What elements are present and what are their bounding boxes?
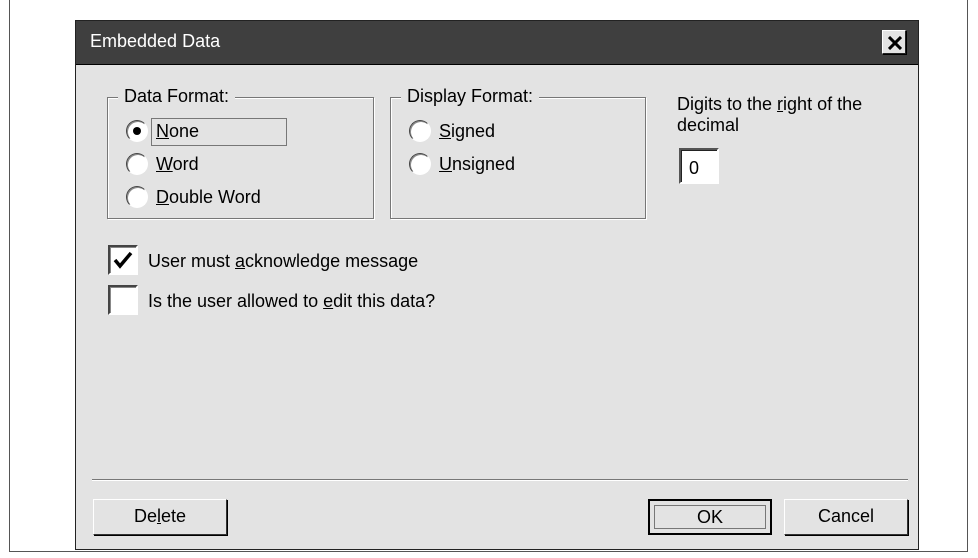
radio-selected-dot <box>133 127 141 135</box>
digits-label: Digits to the right of the decimal <box>677 94 863 135</box>
display-format-group: Display Format: Signed Unsigned <box>390 86 646 219</box>
cancel-button-label: Cancel <box>817 506 875 526</box>
acknowledge-checkbox[interactable] <box>108 245 138 275</box>
ok-button[interactable]: OK <box>648 499 772 535</box>
data-format-group: Data Format: None Word Double Word <box>107 86 374 219</box>
digits-input[interactable]: 0 <box>679 148 719 184</box>
ok-button-label: OK <box>696 507 723 527</box>
embedded-data-dialog: Embedded Data Data Format: None Word Dou… <box>75 20 919 550</box>
delete-button-label: Delete <box>133 506 187 526</box>
dialog-title: Embedded Data <box>90 31 221 51</box>
radio-word-label: Word <box>156 154 199 174</box>
radio-button-icon[interactable] <box>126 120 148 142</box>
close-button[interactable] <box>882 30 906 54</box>
checkmark-icon <box>113 251 133 269</box>
radio-double-word-label: Double Word <box>156 187 261 207</box>
cancel-button[interactable]: Cancel <box>784 499 908 535</box>
separator-line <box>92 479 908 481</box>
radio-none-label-rest: one <box>169 121 200 141</box>
radio-button-icon[interactable] <box>126 153 148 175</box>
data-format-legend: Data Format: <box>118 86 236 107</box>
edit-checkbox[interactable] <box>108 285 138 315</box>
edit-label: Is the user allowed to edit this data? <box>148 291 436 311</box>
acknowledge-label: User must acknowledge message <box>148 251 419 271</box>
close-icon <box>888 36 902 50</box>
radio-button-icon[interactable] <box>409 153 431 175</box>
radio-unsigned-label: Unsigned <box>439 154 516 174</box>
radio-none-label: None <box>156 121 200 141</box>
title-bar: Embedded Data <box>76 21 918 65</box>
delete-button[interactable]: Delete <box>93 499 227 535</box>
display-format-legend: Display Format: <box>401 86 540 107</box>
radio-button-icon[interactable] <box>126 186 148 208</box>
radio-button-icon[interactable] <box>409 120 431 142</box>
radio-signed-label: Signed <box>439 121 496 141</box>
